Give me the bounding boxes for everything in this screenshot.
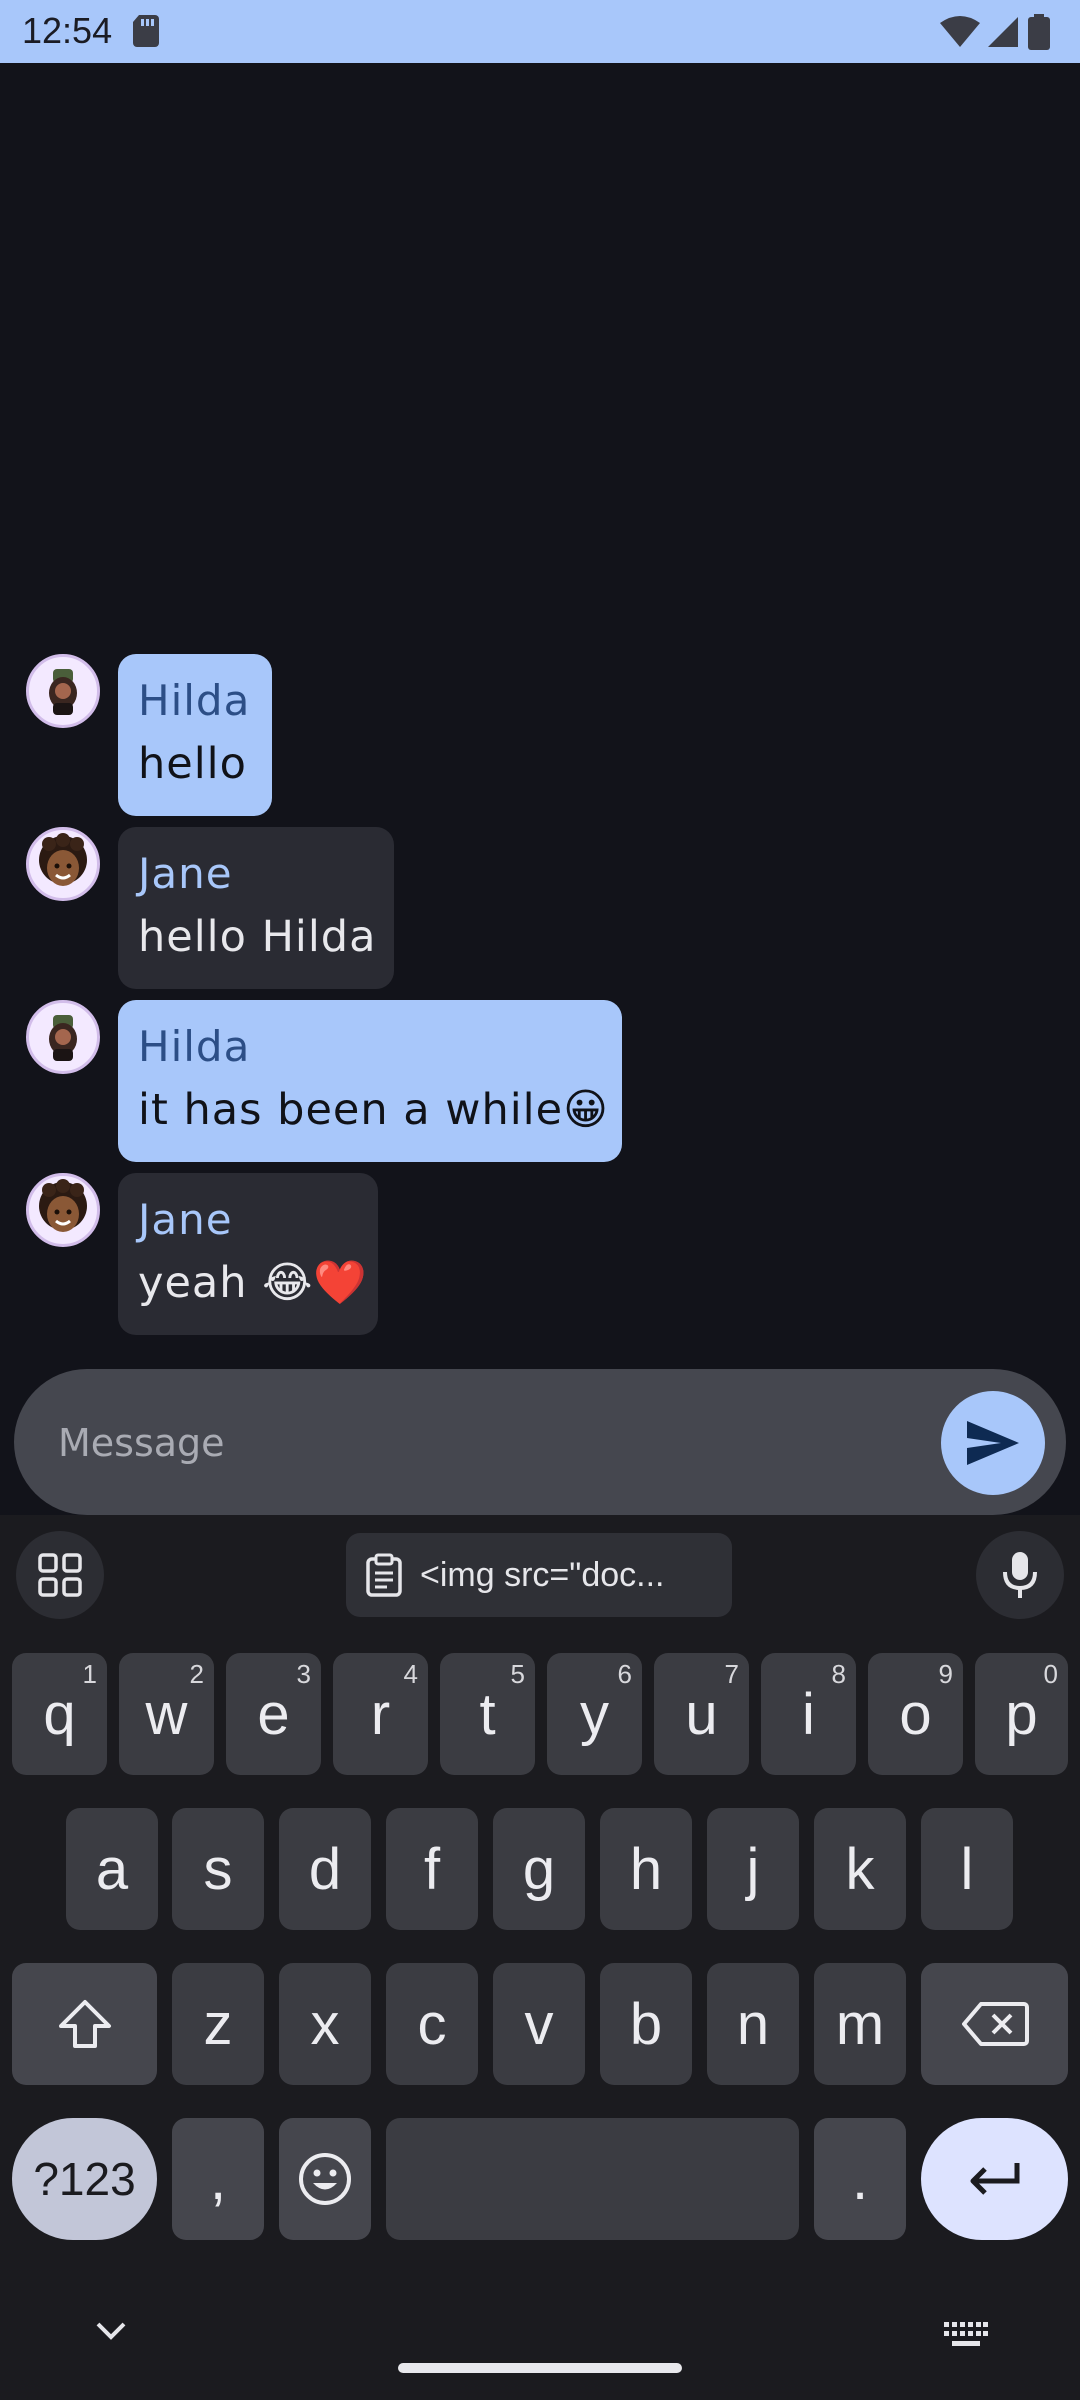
- memoji-jane-icon: [39, 833, 87, 886]
- key-h[interactable]: h: [600, 1808, 692, 1930]
- key-g[interactable]: g: [493, 1808, 585, 1930]
- period-key[interactable]: .: [814, 2118, 906, 2240]
- key-i[interactable]: i8: [761, 1653, 856, 1775]
- memoji-jane-icon: [39, 1179, 87, 1232]
- key-c[interactable]: c: [386, 1963, 478, 2085]
- message-bubble[interactable]: Hilda hello: [118, 654, 272, 816]
- keyboard-apps-button[interactable]: [16, 1531, 104, 1619]
- memoji-hilda-icon: [49, 669, 77, 715]
- key-m[interactable]: m: [814, 1963, 906, 2085]
- avatar[interactable]: [26, 654, 100, 728]
- avatar[interactable]: [26, 1173, 100, 1247]
- sender-name: Hilda: [138, 676, 251, 725]
- sender-name: Jane: [138, 849, 233, 898]
- message-text: yeah 😂❤️: [138, 1258, 368, 1308]
- key-e[interactable]: e3: [226, 1653, 321, 1775]
- message-bubble[interactable]: Hilda it has been a while😀: [118, 1000, 622, 1162]
- message-bubble[interactable]: Jane hello Hilda: [118, 827, 394, 989]
- key-a[interactable]: a: [66, 1808, 158, 1930]
- key-k[interactable]: k: [814, 1808, 906, 1930]
- clipboard-text: <img src="doc...: [420, 1555, 665, 1594]
- cellular-signal-icon: [988, 17, 1018, 47]
- status-bar: 12:54: [0, 0, 1080, 63]
- key-t[interactable]: t5: [440, 1653, 535, 1775]
- backspace-icon: [961, 2002, 1029, 2046]
- shift-key[interactable]: [12, 1963, 157, 2085]
- key-z[interactable]: z: [172, 1963, 264, 2085]
- key-v[interactable]: v: [493, 1963, 585, 2085]
- sd-card-icon: [133, 15, 159, 47]
- message-bubble[interactable]: Jane yeah 😂❤️: [118, 1173, 378, 1335]
- message-text: hello: [138, 739, 247, 789]
- space-key[interactable]: [386, 2118, 799, 2240]
- battery-icon: [1028, 14, 1050, 50]
- hide-keyboard-chevron-icon[interactable]: [94, 2320, 128, 2342]
- emoji-key[interactable]: [279, 2118, 371, 2240]
- key-w[interactable]: w2: [119, 1653, 214, 1775]
- microphone-icon: [1003, 1552, 1037, 1598]
- status-time: 12:54: [22, 10, 113, 51]
- key-l[interactable]: l: [921, 1808, 1013, 1930]
- clipboard-icon: [366, 1553, 402, 1597]
- key-q[interactable]: q1: [12, 1653, 107, 1775]
- key-r[interactable]: r4: [333, 1653, 428, 1775]
- key-y[interactable]: y6: [547, 1653, 642, 1775]
- grid-apps-icon: [38, 1553, 82, 1597]
- key-d[interactable]: d: [279, 1808, 371, 1930]
- enter-icon: [970, 2163, 1019, 2195]
- symbols-key[interactable]: ?123: [12, 2118, 157, 2240]
- message-composer: [14, 1369, 1066, 1515]
- key-s[interactable]: s: [172, 1808, 264, 1930]
- keyboard-switch-icon[interactable]: [944, 2322, 988, 2348]
- avatar[interactable]: [26, 1000, 100, 1074]
- sender-name: Hilda: [138, 1022, 251, 1071]
- memoji-hilda-icon: [49, 1015, 77, 1061]
- key-j[interactable]: j: [707, 1808, 799, 1930]
- backspace-key[interactable]: [921, 1963, 1068, 2085]
- key-b[interactable]: b: [600, 1963, 692, 2085]
- clipboard-suggestion-chip[interactable]: <img src="doc...: [346, 1533, 732, 1617]
- emoji-icon: [299, 2153, 351, 2205]
- enter-key[interactable]: [921, 2118, 1068, 2240]
- wifi-icon: [940, 16, 980, 47]
- on-screen-keyboard: <img src="doc... q1 w2 e3 r4 t5 y6 u7 i8…: [0, 1515, 1080, 2400]
- message-text: hello Hilda: [138, 912, 377, 962]
- key-o[interactable]: o9: [868, 1653, 963, 1775]
- send-icon: [967, 1421, 1019, 1465]
- key-n[interactable]: n: [707, 1963, 799, 2085]
- message-input[interactable]: [56, 1409, 940, 1477]
- message-text: it has been a while😀: [138, 1085, 609, 1135]
- comma-key[interactable]: ,: [172, 2118, 264, 2240]
- key-x[interactable]: x: [279, 1963, 371, 2085]
- key-p[interactable]: p0: [975, 1653, 1068, 1775]
- voice-input-button[interactable]: [976, 1531, 1064, 1619]
- key-f[interactable]: f: [386, 1808, 478, 1930]
- avatar[interactable]: [26, 827, 100, 901]
- shift-icon: [58, 2000, 111, 2048]
- home-indicator[interactable]: [398, 2363, 682, 2373]
- sender-name: Jane: [138, 1195, 233, 1244]
- key-u[interactable]: u7: [654, 1653, 749, 1775]
- send-button[interactable]: [941, 1391, 1045, 1495]
